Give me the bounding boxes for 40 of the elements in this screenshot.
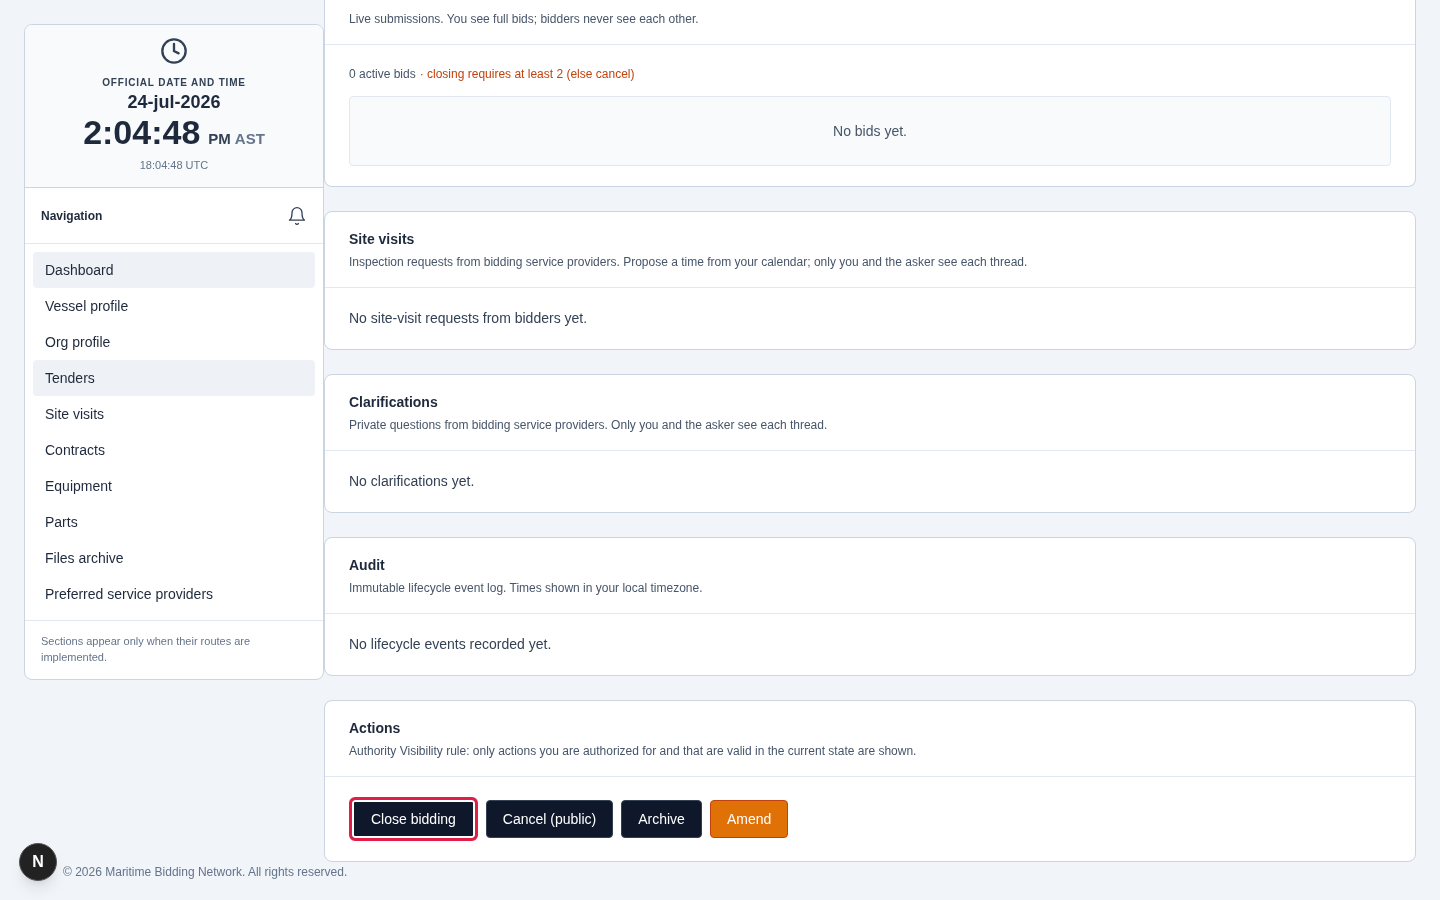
meridiem-label: PM xyxy=(208,129,231,149)
nav-item[interactable]: Parts xyxy=(33,504,315,540)
section-description: Inspection requests from bidding service providers. Propose a time from your calendar; only you and the asker see each thread. xyxy=(349,254,1029,271)
empty-message: No clarifications yet. xyxy=(349,472,476,491)
utc-time: 18:04:48 UTC xyxy=(139,157,209,173)
dev-tools-button[interactable]: N xyxy=(19,843,57,881)
section-title: Audit xyxy=(349,556,386,575)
clock-label: OFFICIAL DATE AND TIME xyxy=(102,76,246,90)
nav-item[interactable]: Equipment xyxy=(33,468,315,504)
official-date: 24-jul-2026 xyxy=(127,91,221,114)
section-description: Live submissions. You see full bids; bidders never see each other. xyxy=(349,11,700,28)
action-button[interactable]: Cancel (public) xyxy=(485,800,614,838)
nav-item[interactable]: Contracts xyxy=(33,432,315,468)
action-button[interactable]: Archive xyxy=(621,800,702,838)
section-description: Private questions from bidding service providers. Only you and the asker see each thread. xyxy=(349,417,829,434)
section-description: Immutable lifecycle event log. Times shown in your local timezone. xyxy=(349,580,704,597)
section-title: Actions xyxy=(349,719,402,738)
section-description: Authority Visibility rule: only actions you are authorized for and that are valid in the current state are shown. xyxy=(349,743,918,760)
official-time: 2:04:48 xyxy=(83,114,201,150)
bid-count: 0 active bids xyxy=(349,66,416,83)
nav-item[interactable]: Tenders xyxy=(33,360,315,396)
nav-item[interactable]: Org profile xyxy=(33,324,315,360)
nav-item[interactable]: Files archive xyxy=(33,540,315,576)
nav-item[interactable]: Site visits xyxy=(33,396,315,432)
clock-icon xyxy=(160,37,188,65)
notification-bell-icon[interactable] xyxy=(287,205,307,226)
section-title: Clarifications xyxy=(349,393,439,412)
empty-message: No lifecycle events recorded yet. xyxy=(349,635,553,654)
nav-item[interactable]: Vessel profile xyxy=(33,288,315,324)
closing-warning: · closing requires at least 2 (else cancel) xyxy=(419,66,635,83)
timezone-label: AST xyxy=(234,129,265,149)
empty-message: No bids yet. xyxy=(833,121,907,141)
empty-message: No site-visit requests from bidders yet. xyxy=(349,309,589,328)
nav-item[interactable]: Preferred service providers xyxy=(33,576,315,612)
navigation-title: Navigation xyxy=(41,207,103,225)
nav-item[interactable]: Dashboard xyxy=(33,252,315,288)
action-button[interactable]: Close bidding xyxy=(349,797,478,841)
navigation-note: Sections appear only when their routes are implemented. xyxy=(41,634,252,665)
copyright-text: © 2026 Maritime Bidding Network. All rights reserved. xyxy=(63,865,348,879)
section-title: Site visits xyxy=(349,230,416,249)
